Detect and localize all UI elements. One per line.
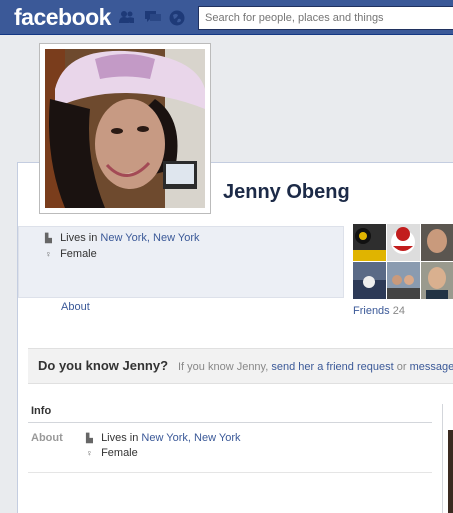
do-you-know-text: If you know Jenny, send her a friend req…: [178, 361, 453, 373]
intro-info-box: ▙ Lives in New York, New York ♀ Female: [18, 226, 344, 298]
info-lives-in-prefix: Lives in: [101, 432, 139, 444]
profile-main-panel: [17, 162, 453, 513]
friends-count: 24: [392, 305, 405, 317]
friend-photo[interactable]: [387, 224, 420, 261]
city-icon: ▙: [86, 433, 93, 443]
profile-name[interactable]: Jenny Obeng: [223, 181, 350, 204]
message-link[interactable]: message: [410, 361, 453, 373]
messages-icon[interactable]: [145, 10, 161, 24]
do-you-know-title: Do you know Jenny?: [38, 358, 169, 373]
info-about-label: About: [31, 432, 63, 444]
info-lives-in-row: ▙ Lives in New York, New York: [86, 432, 240, 444]
female-icon: ♀: [86, 448, 93, 458]
friend-requests-icon[interactable]: [119, 10, 135, 24]
right-column-border: [442, 404, 443, 513]
info-bottom-divider: [28, 472, 432, 473]
gender-value: Female: [60, 248, 97, 260]
right-column-photo-edge: [448, 430, 453, 513]
profile-picture[interactable]: [45, 49, 205, 208]
search-input[interactable]: [199, 7, 453, 29]
female-icon: ♀: [45, 249, 52, 259]
friends-link[interactable]: Friends: [353, 305, 390, 317]
city-icon: ▙: [45, 233, 52, 243]
location-link[interactable]: New York, New York: [100, 232, 199, 244]
profile-picture-frame[interactable]: [39, 43, 211, 214]
do-you-know-bar: Do you know Jenny? If you know Jenny, se…: [28, 348, 453, 384]
friend-photo[interactable]: [353, 262, 386, 299]
info-divider: [28, 422, 432, 423]
about-link[interactable]: About: [61, 301, 90, 313]
know-or: or: [396, 361, 407, 373]
friend-photo[interactable]: [421, 224, 453, 261]
facebook-logo[interactable]: facebook: [14, 4, 111, 31]
notifications-icon[interactable]: [169, 10, 185, 26]
send-friend-request-link[interactable]: send her a friend request: [271, 361, 393, 373]
lives-in-row: ▙ Lives in New York, New York: [45, 232, 199, 244]
know-prompt: If you know Jenny,: [178, 361, 269, 373]
info-gender-value: Female: [101, 447, 138, 459]
friend-photo[interactable]: [353, 224, 386, 261]
info-section-title: Info: [31, 405, 52, 417]
top-navigation-bar: facebook: [0, 0, 453, 35]
info-gender-row: ♀ Female: [86, 447, 138, 459]
search-box[interactable]: [198, 6, 453, 30]
friend-photo[interactable]: [421, 262, 453, 299]
friend-photo[interactable]: [387, 262, 420, 299]
friends-photo-grid[interactable]: [353, 224, 453, 299]
friends-label[interactable]: Friends 24: [353, 305, 405, 317]
gender-row: ♀ Female: [45, 248, 97, 260]
info-location-link[interactable]: New York, New York: [141, 432, 240, 444]
lives-in-prefix: Lives in: [60, 232, 98, 244]
